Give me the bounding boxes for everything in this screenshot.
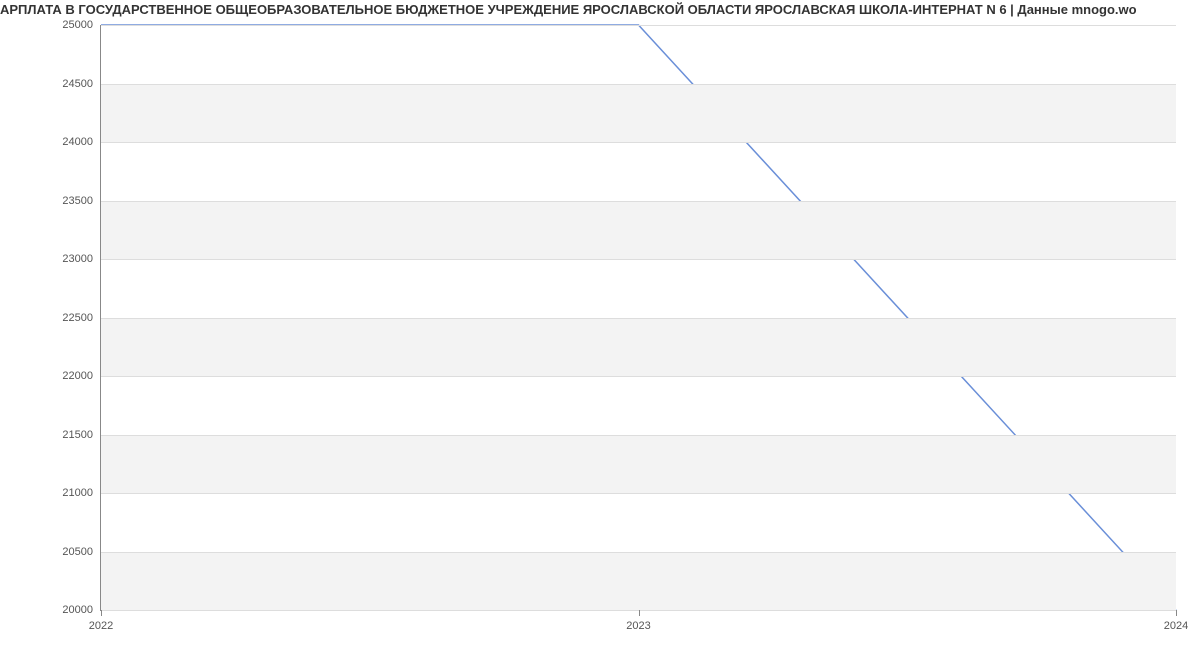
x-tick-label: 2024 — [1164, 620, 1188, 632]
y-gridline — [101, 84, 1176, 85]
y-tick-label: 24000 — [3, 136, 93, 148]
y-gridline — [101, 142, 1176, 143]
y-gridline — [101, 435, 1176, 436]
y-tick-label: 23000 — [3, 253, 93, 265]
y-tick-label: 21000 — [3, 487, 93, 499]
y-tick-label: 21500 — [3, 429, 93, 441]
y-tick-label: 22500 — [3, 312, 93, 324]
x-tick — [1176, 610, 1177, 616]
y-tick-label: 24500 — [3, 78, 93, 90]
chart-title: АРПЛАТА В ГОСУДАРСТВЕННОЕ ОБЩЕОБРАЗОВАТЕ… — [0, 2, 1200, 17]
grid-band — [101, 435, 1176, 494]
y-gridline — [101, 201, 1176, 202]
y-gridline — [101, 25, 1176, 26]
x-tick — [639, 610, 640, 616]
y-gridline — [101, 259, 1176, 260]
x-tick-label: 2023 — [626, 620, 650, 632]
chart-container: АРПЛАТА В ГОСУДАРСТВЕННОЕ ОБЩЕОБРАЗОВАТЕ… — [0, 0, 1200, 650]
x-tick-label: 2022 — [89, 620, 113, 632]
grid-band — [101, 84, 1176, 143]
y-tick-label: 25000 — [3, 19, 93, 31]
y-tick-label: 23500 — [3, 195, 93, 207]
y-tick-label: 22000 — [3, 370, 93, 382]
grid-band — [101, 552, 1176, 611]
x-tick — [101, 610, 102, 616]
grid-band — [101, 201, 1176, 260]
plot-area: 2000020500210002150022000225002300023500… — [100, 25, 1176, 611]
y-gridline — [101, 376, 1176, 377]
y-tick-label: 20000 — [3, 604, 93, 616]
y-gridline — [101, 318, 1176, 319]
y-gridline — [101, 552, 1176, 553]
y-tick-label: 20500 — [3, 546, 93, 558]
grid-band — [101, 318, 1176, 377]
y-gridline — [101, 493, 1176, 494]
